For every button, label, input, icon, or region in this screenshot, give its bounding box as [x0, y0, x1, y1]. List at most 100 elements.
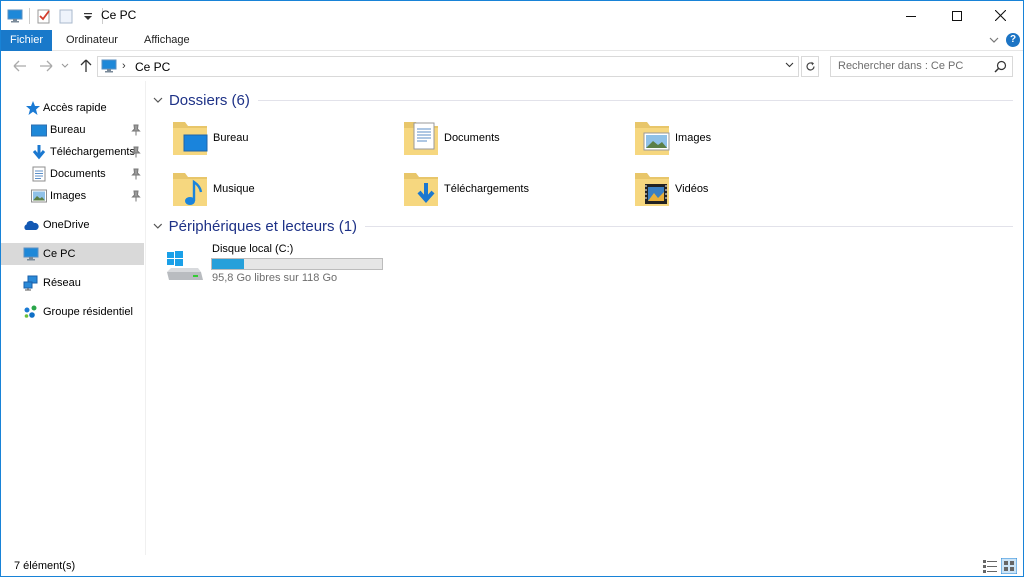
folder-bureau[interactable]: Bureau	[171, 117, 391, 161]
arrow-up-icon	[80, 59, 92, 72]
folder-telechargements[interactable]: Téléchargements	[402, 168, 622, 212]
documents-folder-icon	[404, 122, 438, 155]
nav-item-bureau[interactable]: Bureau	[1, 119, 144, 141]
pin-icon[interactable]	[131, 190, 141, 202]
star-icon	[26, 101, 40, 115]
back-button[interactable]	[12, 58, 28, 74]
group-title: Dossiers (6)	[168, 91, 250, 109]
nav-item-groupe-residentiel[interactable]: Groupe résidentiel	[1, 301, 144, 323]
desktop-folder-icon	[173, 122, 208, 155]
homegroup-icon	[24, 305, 37, 318]
folder-musique[interactable]: Musique	[171, 168, 391, 212]
nav-item-label: Documents	[50, 168, 106, 180]
address-bar[interactable]: › Ce PC	[97, 56, 799, 77]
nav-item-label: Bureau	[50, 124, 86, 136]
breadcrumb-separator[interactable]: ›	[122, 60, 126, 72]
search-input[interactable]: Rechercher dans : Ce PC	[838, 60, 963, 72]
nav-item-label: OneDrive	[43, 219, 90, 231]
search-icon[interactable]	[994, 60, 1007, 73]
nav-item-label: Groupe résidentiel	[43, 306, 133, 318]
downloads-folder-icon	[404, 173, 438, 206]
breadcrumb-ce-pc[interactable]: Ce PC	[135, 60, 170, 74]
pin-icon[interactable]	[131, 168, 141, 180]
nav-item-documents[interactable]: Documents	[1, 163, 144, 185]
refresh-icon	[805, 61, 815, 71]
tab-fichier[interactable]: Fichier	[1, 30, 52, 51]
nav-item-label: Accès rapide	[43, 102, 107, 114]
forward-button[interactable]	[38, 58, 54, 74]
ribbon-tabs: Fichier Ordinateur Affichage ?	[1, 30, 1023, 51]
chevron-down-icon[interactable]	[153, 221, 163, 231]
nav-item-telechargements[interactable]: Téléchargements	[1, 141, 144, 163]
folder-images[interactable]: Images	[633, 117, 853, 161]
recent-locations-button[interactable]	[59, 58, 71, 74]
nav-item-acces-rapide[interactable]: Accès rapide	[1, 97, 144, 119]
group-header-dossiers[interactable]: Dossiers (6)	[153, 90, 1013, 110]
details-view-button[interactable]	[982, 558, 998, 574]
this-pc-icon[interactable]	[7, 8, 23, 24]
chevron-down-icon	[61, 63, 69, 68]
tab-affichage[interactable]: Affichage	[134, 30, 200, 51]
videos-folder-icon	[635, 173, 669, 206]
maximize-icon	[952, 10, 962, 21]
folder-label: Musique	[213, 183, 255, 195]
network-icon	[23, 275, 38, 291]
documents-icon	[32, 166, 46, 182]
large-icons-view-icon	[1000, 557, 1018, 575]
group-divider	[365, 225, 1013, 227]
cloud-icon	[24, 220, 39, 230]
properties-icon[interactable]	[36, 8, 52, 24]
expand-ribbon-button[interactable]	[987, 33, 1001, 47]
nav-item-label: Ce PC	[43, 248, 76, 260]
up-button[interactable]	[78, 58, 94, 74]
close-icon	[994, 10, 1006, 21]
window-title: Ce PC	[101, 8, 137, 22]
nav-item-label: Réseau	[43, 277, 81, 289]
nav-item-ce-pc[interactable]: Ce PC	[1, 243, 144, 265]
minimize-button[interactable]	[888, 1, 934, 30]
folder-videos[interactable]: Vidéos	[633, 168, 853, 212]
navigation-bar: › Ce PC Rechercher dans : Ce PC	[1, 51, 1023, 81]
drive-label: Disque local (C:)	[212, 243, 294, 255]
maximize-button[interactable]	[934, 1, 980, 30]
nav-item-reseau[interactable]: Réseau	[1, 272, 144, 294]
pictures-folder-icon	[635, 122, 670, 155]
search-box[interactable]: Rechercher dans : Ce PC	[830, 56, 1013, 77]
chevron-down-icon	[989, 37, 999, 43]
group-header-peripheriques[interactable]: Périphériques et lecteurs (1)	[153, 216, 1013, 236]
arrow-right-icon	[40, 60, 53, 72]
customize-dropdown-icon[interactable]	[80, 8, 96, 24]
tab-ordinateur[interactable]: Ordinateur	[56, 30, 128, 51]
chevron-down-icon[interactable]	[785, 62, 794, 68]
arrow-left-icon	[13, 60, 26, 72]
title-bar: Ce PC	[1, 1, 1023, 30]
new-folder-icon[interactable]	[58, 8, 74, 24]
pin-icon[interactable]	[131, 124, 141, 136]
nav-item-label: Images	[50, 190, 87, 202]
chevron-down-icon[interactable]	[153, 95, 163, 105]
content-pane: Dossiers (6) Bureau Documents Images Mus…	[147, 81, 1023, 555]
downloads-icon	[32, 145, 46, 160]
large-icons-view-button[interactable]	[1000, 557, 1018, 575]
group-title: Périphériques et lecteurs (1)	[168, 217, 358, 235]
folder-label: Vidéos	[675, 183, 709, 195]
help-button[interactable]: ?	[1006, 33, 1020, 47]
folder-documents[interactable]: Documents	[402, 117, 622, 161]
close-button[interactable]	[977, 1, 1023, 30]
music-folder-icon	[173, 173, 207, 206]
details-view-icon	[983, 560, 997, 573]
quick-access-toolbar	[7, 6, 103, 26]
pin-icon[interactable]	[131, 146, 141, 158]
folder-label: Images	[675, 132, 712, 144]
desktop-icon	[31, 124, 47, 137]
folder-label: Téléchargements	[444, 183, 529, 195]
refresh-button[interactable]	[801, 56, 819, 77]
pictures-icon	[31, 189, 47, 203]
status-bar: 7 élément(s)	[1, 555, 1023, 576]
nav-item-onedrive[interactable]: OneDrive	[1, 214, 144, 236]
nav-item-images[interactable]: Images	[1, 185, 144, 207]
drive-usage-fill	[212, 259, 244, 269]
group-divider	[257, 99, 1013, 101]
drive-c[interactable]: Disque local (C:) 95,8 Go libres sur 118…	[165, 242, 405, 288]
folder-label: Documents	[444, 132, 500, 144]
